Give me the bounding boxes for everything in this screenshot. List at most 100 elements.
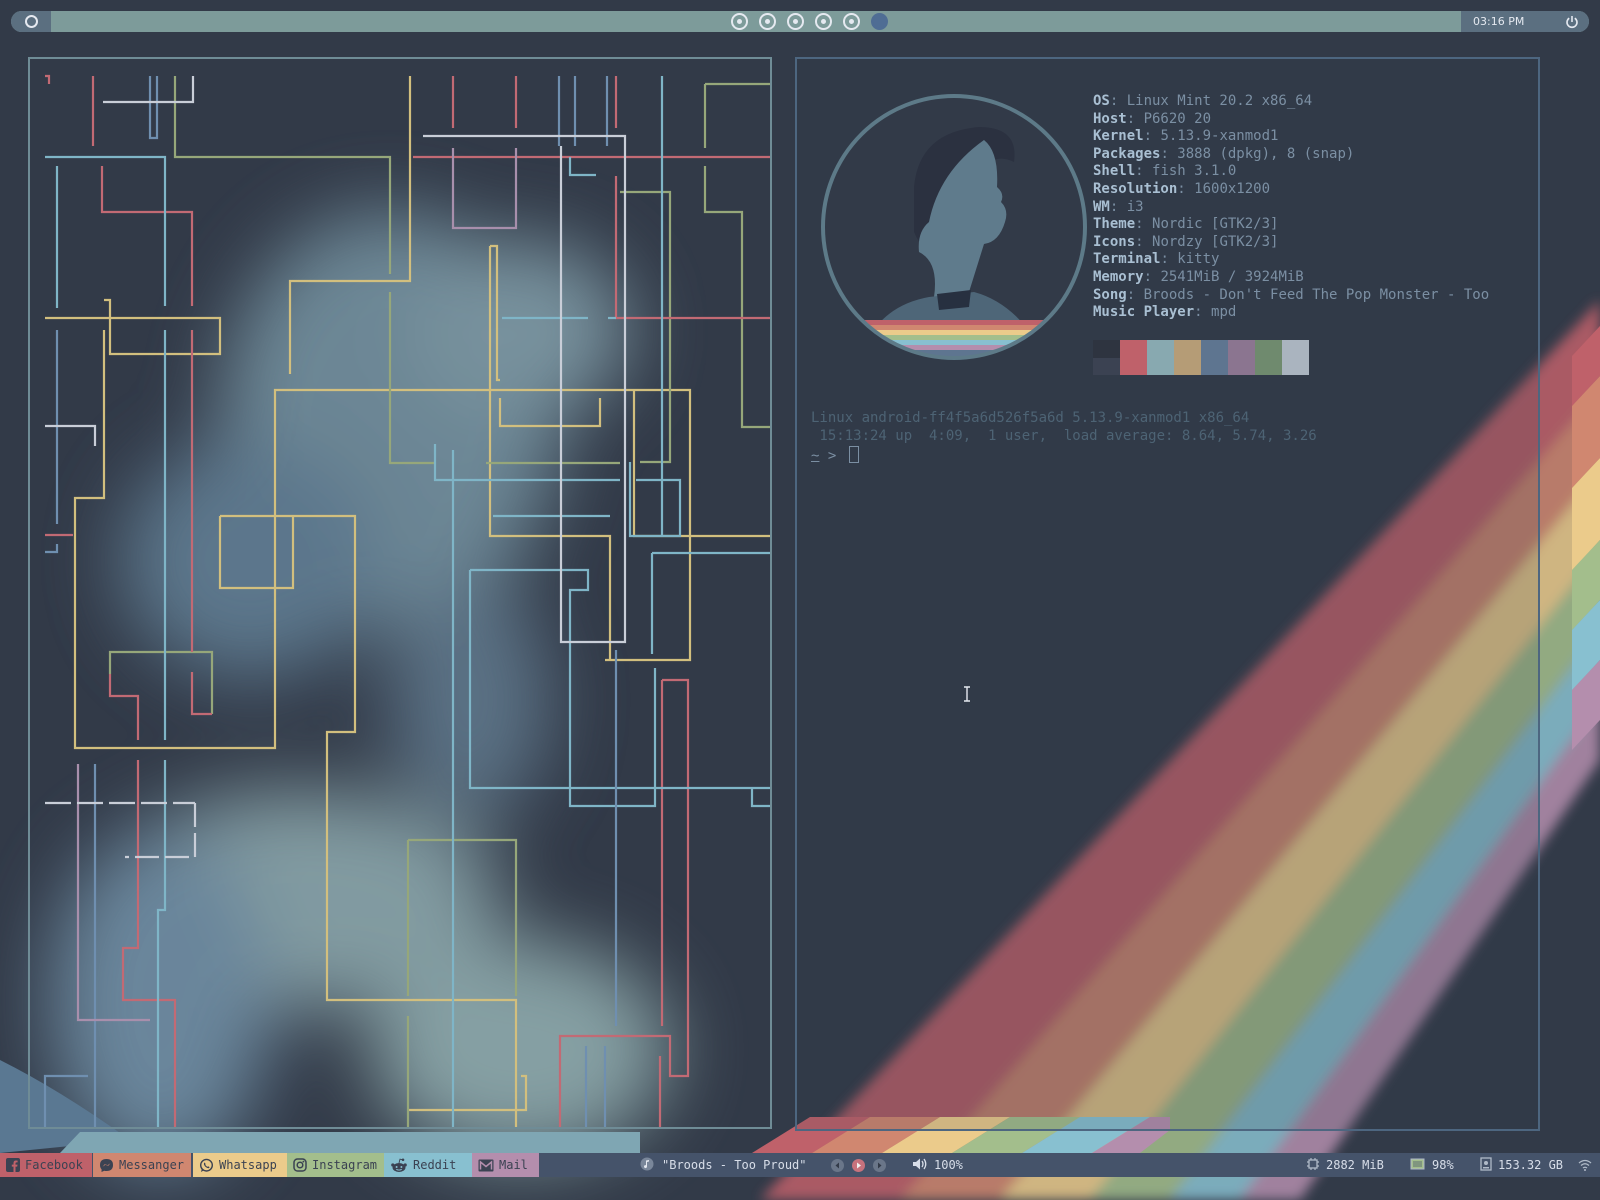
launcher-mail-button[interactable]: Mail xyxy=(472,1153,539,1177)
clock: 03:16 PM xyxy=(1473,15,1525,28)
disk-widget: 153.32 GB xyxy=(1480,1153,1563,1177)
sysinfo-row: Resolution: 1600x1200 xyxy=(1093,181,1489,199)
previous-track-button[interactable] xyxy=(830,1158,844,1172)
palette-swatch-bright xyxy=(1147,358,1174,375)
battery-icon xyxy=(1410,1158,1426,1173)
sysinfo-value: Linux Mint 20.2 x86_64 xyxy=(1126,93,1313,109)
palette-swatch-bright xyxy=(1174,358,1201,375)
sysinfo-key: Theme xyxy=(1093,216,1136,233)
sysinfo-row: Kernel: 5.13.9-xanmod1 xyxy=(1093,128,1489,146)
palette-swatch xyxy=(1228,340,1255,375)
palette-swatch xyxy=(1282,340,1309,375)
launcher-label: Mail xyxy=(499,1158,528,1172)
neofetch-avatar-image xyxy=(819,92,1089,366)
circle-ring-icon xyxy=(24,15,38,28)
speaker-icon xyxy=(912,1157,928,1174)
workspace-6-button[interactable] xyxy=(871,13,888,30)
sysinfo-value: Broods - Don't Feed The Pop Monster - To… xyxy=(1143,286,1490,303)
play-button[interactable] xyxy=(851,1158,865,1172)
sysinfo-separator: : xyxy=(1160,251,1178,268)
sysinfo-separator: : xyxy=(1126,286,1144,303)
workspace-5-button[interactable] xyxy=(843,13,860,30)
start-menu-button[interactable] xyxy=(11,11,51,32)
sysinfo-row: Music Player: mpd xyxy=(1093,304,1489,322)
sysinfo-separator: : xyxy=(1135,233,1153,250)
launcher-label: Whatsapp xyxy=(219,1158,277,1172)
sysinfo-value: 5.13.9-xanmod1 xyxy=(1160,128,1279,145)
sysinfo-row: Song: Broods - Don't Feed The Pop Monste… xyxy=(1093,287,1489,305)
sysinfo-row: Theme: Nordic [GTK2/3] xyxy=(1093,216,1489,234)
palette-swatch-bright xyxy=(1255,358,1282,375)
workspace-switcher xyxy=(731,13,888,30)
pipes-art xyxy=(43,74,770,1127)
sysinfo-key: Music Player xyxy=(1093,304,1195,321)
memory-widget: 2882 MiB xyxy=(1306,1153,1384,1177)
palette-swatch xyxy=(1174,340,1201,375)
top-bar: 03:16 PM xyxy=(11,11,1589,32)
launcher-reddit-button[interactable]: Reddit xyxy=(384,1153,472,1177)
sysinfo-key: Terminal xyxy=(1093,251,1161,268)
sysinfo-value: i3 xyxy=(1126,198,1144,215)
workspace-2-button[interactable] xyxy=(759,13,776,30)
launcher-instagram-button[interactable]: Instagram xyxy=(287,1153,384,1177)
memory-usage: 2882 MiB xyxy=(1326,1158,1384,1172)
palette-swatch xyxy=(1201,340,1228,375)
launcher-whatsapp-button[interactable]: Whatsapp xyxy=(193,1153,287,1177)
sysinfo-value: 2541MiB / 3924MiB xyxy=(1160,268,1304,285)
motd: Linux android-ff4f5a6d526f5a6d 5.13.9-xa… xyxy=(811,410,1317,445)
workspace-1-button[interactable] xyxy=(731,13,748,30)
sysinfo-key: OS xyxy=(1093,93,1110,109)
launcher-messanger-button[interactable]: Messanger xyxy=(93,1153,191,1177)
launcher-facebook-button[interactable]: Facebook xyxy=(0,1153,92,1177)
sysinfo-separator: : xyxy=(1135,163,1153,180)
next-track-button[interactable] xyxy=(872,1158,886,1172)
sysinfo-value: fish 3.1.0 xyxy=(1152,163,1237,180)
palette-swatch xyxy=(1120,340,1147,375)
sysinfo-separator: : xyxy=(1109,198,1127,215)
launcher-label: Messanger xyxy=(119,1158,185,1172)
motd-uname: Linux android-ff4f5a6d526f5a6d 5.13.9-xa… xyxy=(811,410,1250,426)
palette-swatch-bright xyxy=(1093,358,1120,375)
sysinfo-row: Host: P6620 20 xyxy=(1093,111,1489,129)
palette-swatch xyxy=(1255,340,1282,375)
sysinfo-key: WM xyxy=(1093,198,1110,215)
messenger-icon xyxy=(99,1158,114,1173)
power-icon[interactable] xyxy=(1565,15,1579,29)
mouse-ibeam-cursor-icon xyxy=(964,686,970,702)
sysinfo-key: Icons xyxy=(1093,233,1136,250)
shell-prompt[interactable]: ~ > xyxy=(811,446,859,464)
neofetch-info: OS: Linux Mint 20.2 x86_64 Host: P6620 20… xyxy=(1093,93,1489,322)
sysinfo-value: P6620 20 xyxy=(1143,110,1212,127)
workspace-3-button[interactable] xyxy=(787,13,804,30)
whatsapp-icon xyxy=(199,1158,214,1173)
bottom-bar: Facebook Messanger Whatsapp Instagram Reddit… xyxy=(0,1153,1600,1177)
sysinfo-separator: : xyxy=(1194,304,1212,321)
mail-icon xyxy=(478,1159,494,1172)
kitty-terminal-window[interactable]: OS: Linux Mint 20.2 x86_64 Host: P6620 20… xyxy=(795,57,1540,1131)
sysinfo-row: Packages: 3888 (dpkg), 8 (snap) xyxy=(1093,146,1489,164)
volume-widget[interactable]: 100% xyxy=(912,1153,963,1177)
launcher-label: Instagram xyxy=(312,1158,378,1172)
palette-swatch-bright xyxy=(1228,358,1255,375)
sysinfo-key: Shell xyxy=(1093,163,1136,180)
sysinfo-separator: : xyxy=(1177,180,1195,197)
wifi-icon xyxy=(1578,1159,1592,1174)
sysinfo-key: Song xyxy=(1093,286,1127,303)
sysinfo-row: WM: i3 xyxy=(1093,199,1489,217)
battery-level: 98% xyxy=(1432,1158,1454,1172)
launcher-label: Facebook xyxy=(25,1158,83,1172)
volume-level: 100% xyxy=(934,1158,963,1172)
facebook-icon xyxy=(6,1158,20,1172)
pipes-terminal-window[interactable] xyxy=(28,57,772,1129)
sysinfo-key: Resolution xyxy=(1093,180,1178,197)
workspace-4-button[interactable] xyxy=(815,13,832,30)
sysinfo-separator: : xyxy=(1126,110,1144,127)
sysinfo-key: Memory xyxy=(1093,268,1144,285)
sysinfo-row: Shell: fish 3.1.0 xyxy=(1093,163,1489,181)
disk-icon xyxy=(1480,1156,1492,1174)
sysinfo-value: mpd xyxy=(1211,304,1237,321)
motd-uptime: 15:13:24 up 4:09, 1 user, load average: … xyxy=(811,427,1317,444)
sysinfo-value: Nordic [GTK2/3] xyxy=(1152,216,1279,233)
sysinfo-separator: : xyxy=(1143,128,1161,145)
palette-swatch-bright xyxy=(1201,358,1228,375)
